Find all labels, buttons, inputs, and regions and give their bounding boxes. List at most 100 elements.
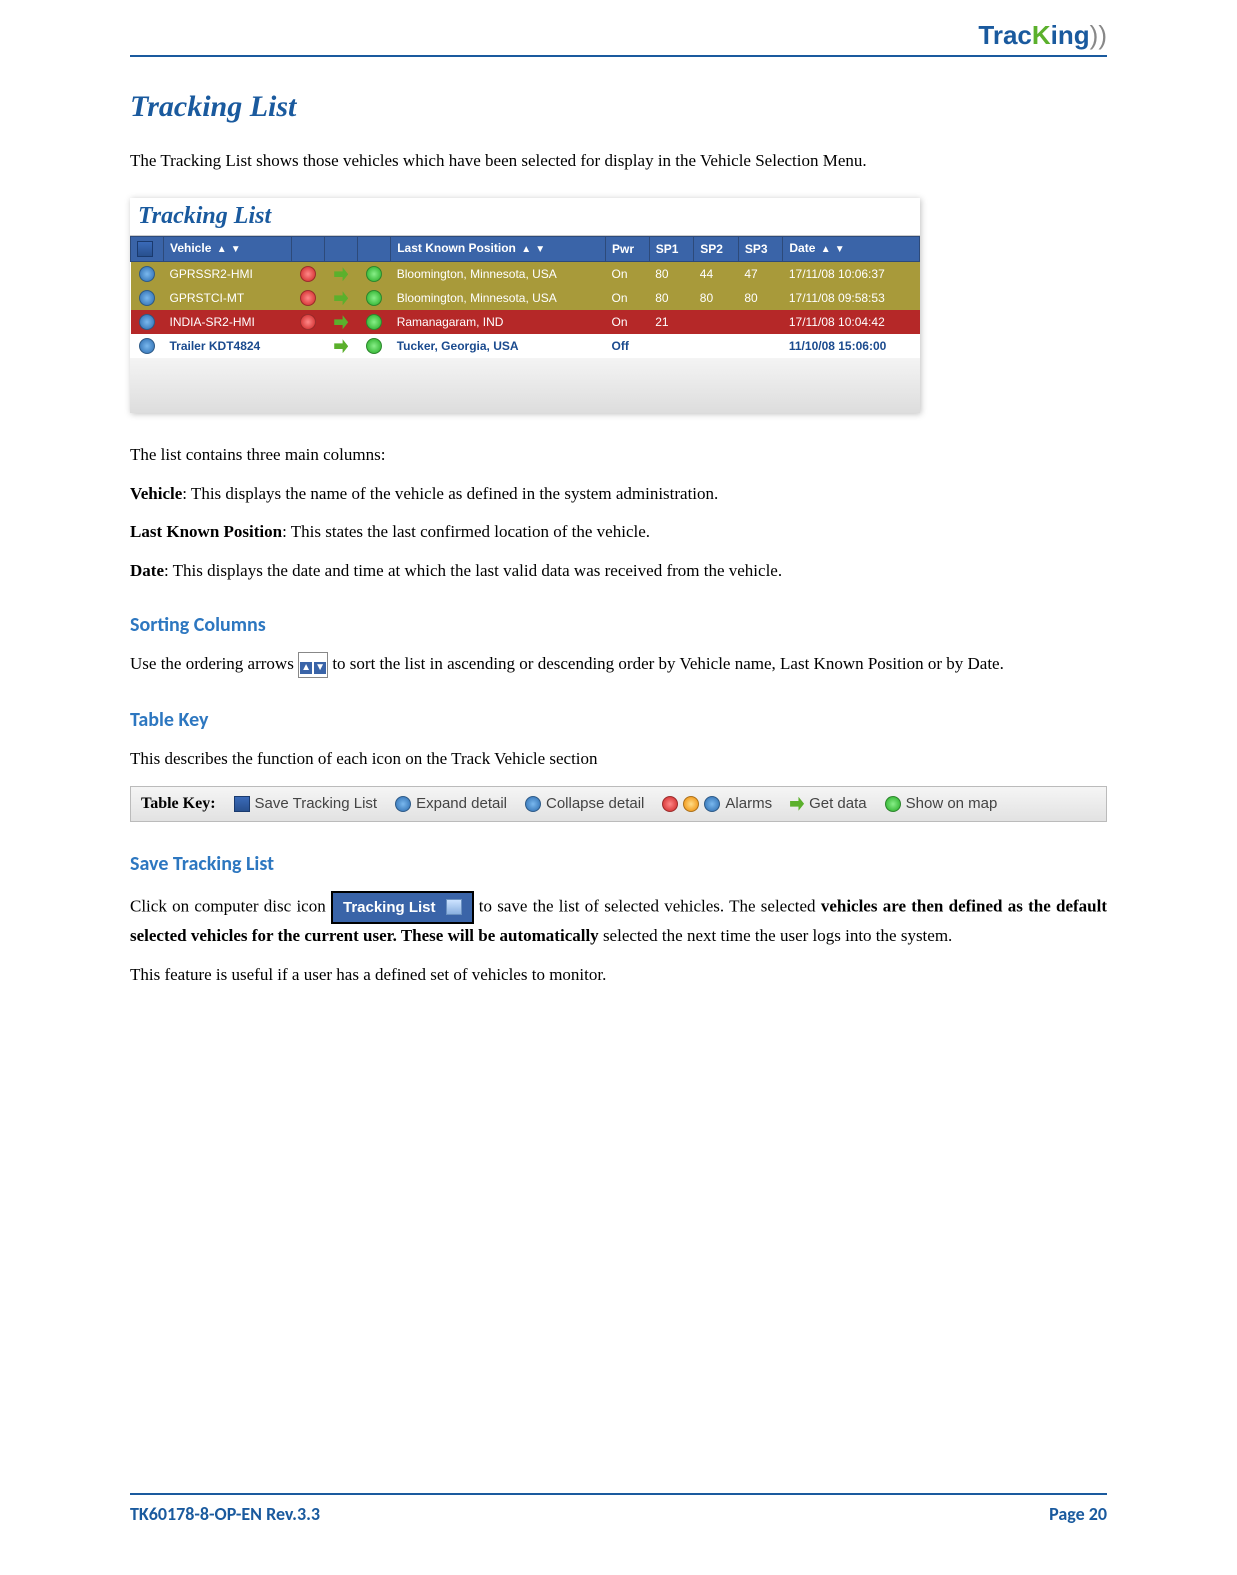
map-icon: [366, 338, 382, 354]
cell-sp3: [738, 334, 783, 358]
col-blank3: [358, 236, 391, 261]
map-icon: [366, 314, 382, 330]
logo-k: K: [1032, 20, 1051, 50]
cell-date: 17/11/08 10:06:37: [783, 261, 920, 286]
key-text: Alarms: [725, 795, 772, 812]
getdata-icon: [334, 315, 348, 329]
table-row: INDIA-SR2-HMI Ramanagaram, IND On 21 17/…: [131, 310, 920, 334]
expand-icon: [139, 314, 155, 330]
cell-sp1: [649, 334, 694, 358]
figure-title: Tracking List: [130, 198, 920, 236]
sorting-paragraph: Use the ordering arrows ▲▼ to sort the l…: [130, 652, 1107, 678]
text-part: to sort the list in ascending or descend…: [332, 654, 1004, 673]
key-collapse: Collapse detail: [525, 795, 644, 812]
getdata-icon: [334, 267, 348, 281]
col-blank1: [292, 236, 325, 261]
map-icon: [885, 796, 901, 812]
key-text: Expand detail: [416, 795, 507, 812]
disk-icon: [137, 241, 153, 257]
cell-sp2: 44: [694, 261, 739, 286]
cell-vehicle: INDIA-SR2-HMI: [164, 310, 292, 334]
tracking-list-button-label: Tracking List: [343, 897, 436, 918]
text-part: Click on computer disc icon: [130, 896, 331, 915]
header-rule: [130, 55, 1107, 57]
expand-icon: [139, 338, 155, 354]
text-part: selected the next time the user logs int…: [603, 926, 952, 945]
col-pwr: Pwr: [606, 236, 650, 261]
cell-location: Ramanagaram, IND: [391, 310, 606, 334]
expand-icon: [395, 796, 411, 812]
key-showmap: Show on map: [885, 795, 998, 812]
cell-location: Bloomington, Minnesota, USA: [391, 286, 606, 310]
sort-arrows-inline-icon: ▲▼: [298, 652, 328, 678]
alarm-orange-icon: [683, 796, 699, 812]
footer-doc-id: TK60178-8-OP-EN Rev.3.3: [130, 1503, 320, 1525]
disk-icon: [234, 796, 250, 812]
cell-pwr: On: [606, 261, 650, 286]
column-desc-vehicle: Vehicle: This displays the name of the v…: [130, 482, 1107, 506]
col-sp2: SP2: [694, 236, 739, 261]
brand-logo: TracKing)): [978, 20, 1107, 51]
col-label: Last Known Position: [130, 522, 282, 541]
tracking-table: Vehicle ▲▼ Last Known Position ▲▼ Pwr SP…: [130, 236, 920, 358]
key-expand: Expand detail: [395, 795, 507, 812]
sort-arrows-icon: ▲▼: [519, 241, 547, 256]
table-key-bar: Table Key: Save Tracking List Expand det…: [130, 786, 1107, 822]
key-alarms: Alarms: [662, 795, 772, 812]
cell-pwr: On: [606, 310, 650, 334]
page-footer: TK60178-8-OP-EN Rev.3.3 Page 20: [130, 1493, 1107, 1525]
key-save: Save Tracking List: [234, 795, 378, 812]
cell-sp3: 80: [738, 286, 783, 310]
col-desc: : This states the last confirmed locatio…: [282, 522, 650, 541]
page-title: Tracking List: [130, 90, 1107, 124]
expand-icon: [139, 290, 155, 306]
figure-fade: [130, 358, 920, 413]
tracking-list-screenshot: Tracking List Vehicle ▲▼ Last Known Posi…: [130, 198, 920, 413]
key-text: Save Tracking List: [255, 795, 378, 812]
cell-pwr: Off: [606, 334, 650, 358]
alarm-icon: [300, 290, 316, 306]
collapse-icon: [525, 796, 541, 812]
cell-date: 11/10/08 15:06:00: [783, 334, 920, 358]
columns-intro: The list contains three main columns:: [130, 443, 1107, 467]
map-icon: [366, 290, 382, 306]
cell-sp1: 80: [649, 286, 694, 310]
col-lkp-label: Last Known Position: [397, 241, 516, 255]
logo-trac: Trac: [978, 20, 1032, 50]
cell-pwr: On: [606, 286, 650, 310]
sort-arrows-icon: ▲▼: [819, 241, 847, 256]
cell-location: Tucker, Georgia, USA: [391, 334, 606, 358]
col-lkp: Last Known Position ▲▼: [391, 236, 606, 261]
col-label: Date: [130, 561, 164, 580]
key-text: Show on map: [906, 795, 998, 812]
getdata-icon: [334, 291, 348, 305]
intro-paragraph: The Tracking List shows those vehicles w…: [130, 149, 1107, 173]
cell-sp1: 21: [649, 310, 694, 334]
text-part: to save the list of selected vehicles. T…: [479, 896, 821, 915]
alarm-red-icon: [662, 796, 678, 812]
col-sp1: SP1: [649, 236, 694, 261]
key-text: Get data: [809, 795, 867, 812]
disk-icon: [446, 899, 462, 915]
key-text: Collapse detail: [546, 795, 644, 812]
heading-save-list: Save Tracking List: [130, 852, 1107, 876]
cell-sp3: [738, 310, 783, 334]
tracking-list-button-figure: Tracking List: [331, 891, 474, 924]
cell-location: Bloomington, Minnesota, USA: [391, 261, 606, 286]
col-date-label: Date: [789, 241, 815, 255]
column-desc-date: Date: This displays the date and time at…: [130, 559, 1107, 583]
col-label: Vehicle: [130, 484, 182, 503]
getdata-icon: [334, 339, 348, 353]
table-row: Trailer KDT4824 Tucker, Georgia, USA Off…: [131, 334, 920, 358]
cell-vehicle: Trailer KDT4824: [164, 334, 292, 358]
cell-date: 17/11/08 09:58:53: [783, 286, 920, 310]
logo-ing: ing: [1051, 20, 1090, 50]
column-desc-lkp: Last Known Position: This states the las…: [130, 520, 1107, 544]
heading-sorting: Sorting Columns: [130, 613, 1107, 637]
cell-vehicle: GPRSTCI-MT: [164, 286, 292, 310]
table-row: GPRSSR2-HMI Bloomington, Minnesota, USA …: [131, 261, 920, 286]
col-desc: : This displays the date and time at whi…: [164, 561, 782, 580]
cell-sp2: [694, 334, 739, 358]
col-date: Date ▲▼: [783, 236, 920, 261]
tablekey-label: Table Key:: [141, 795, 216, 813]
